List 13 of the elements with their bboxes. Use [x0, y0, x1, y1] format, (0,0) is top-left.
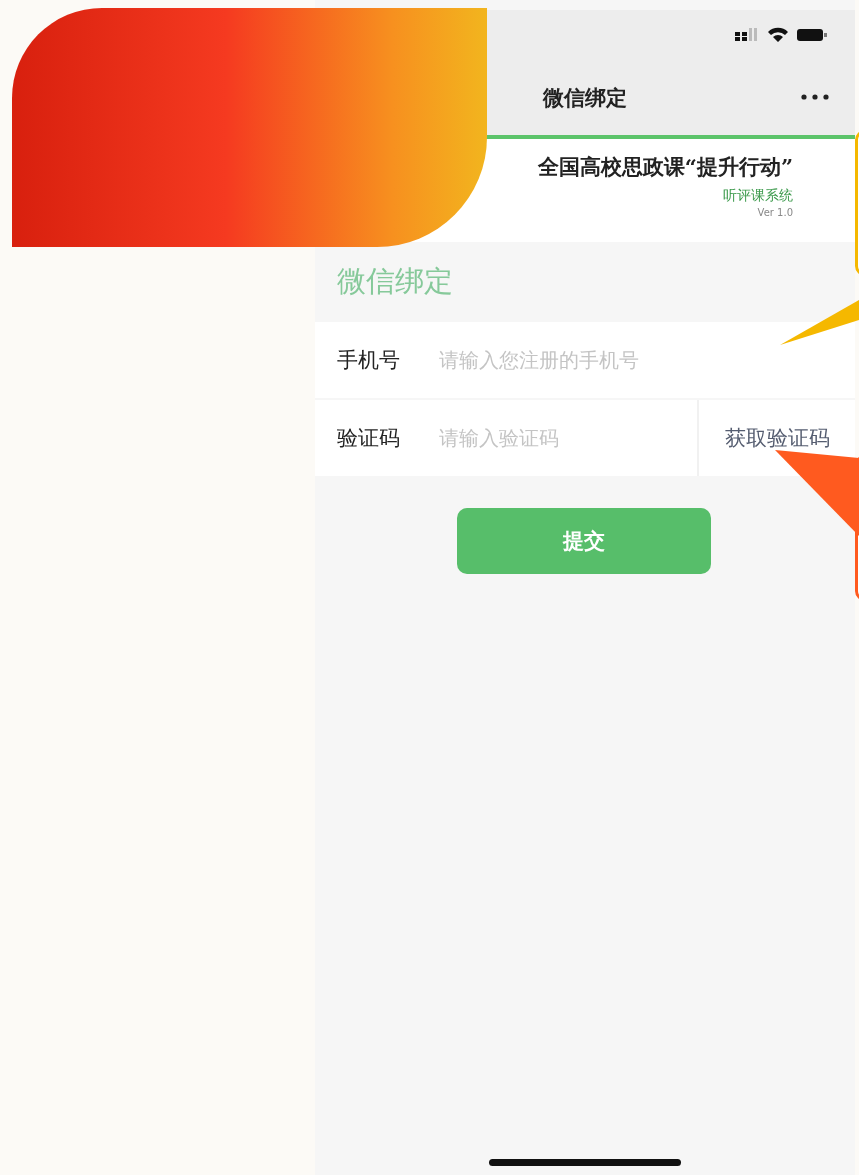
nav-title: 微信绑定	[543, 84, 627, 112]
battery-icon	[797, 28, 827, 42]
wifi-icon	[767, 27, 789, 43]
banner-subtitle: 听评课系统	[723, 187, 793, 205]
version-label: Ver 1.0	[757, 207, 793, 218]
input-field[interactable]: 请输入您注册的手机号	[439, 322, 855, 398]
more-icon[interactable]	[801, 94, 829, 100]
input-field[interactable]: 请输入验证码	[439, 400, 697, 476]
signal-icon	[735, 28, 759, 42]
field-label: 验证码	[315, 400, 439, 476]
field-label: 手机号	[315, 322, 439, 398]
banner-title: 全国高校思政课“提升行动”	[537, 153, 793, 181]
section-title: 微信绑定	[337, 263, 453, 300]
